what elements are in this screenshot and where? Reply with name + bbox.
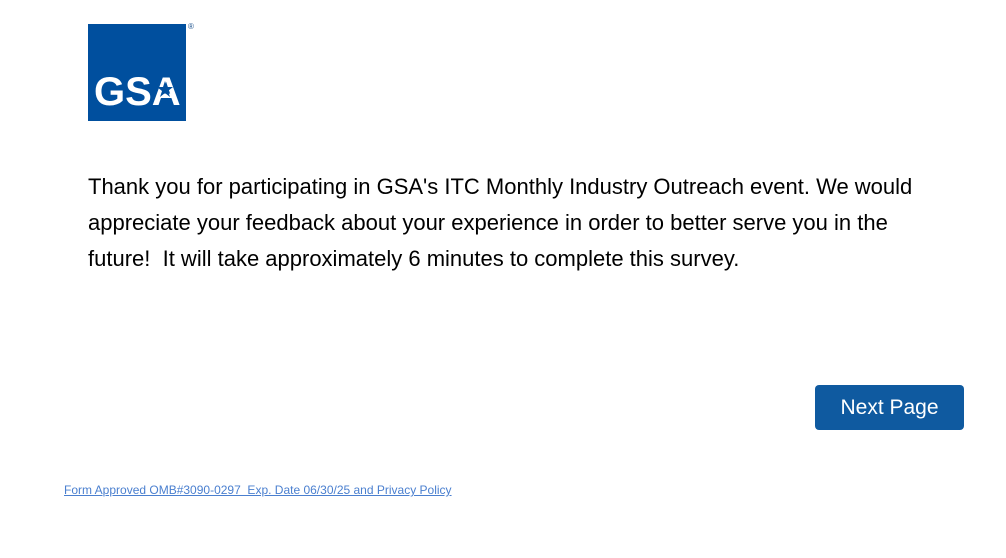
omb-privacy-link[interactable]: Form Approved OMB#3090-0297 Exp. Date 06…	[64, 483, 452, 497]
intro-text: Thank you for participating in GSA's ITC…	[88, 174, 919, 271]
registered-mark: ®	[188, 22, 194, 31]
gsa-logo: GSA	[88, 24, 186, 121]
gsa-star-logo-icon: GSA	[88, 24, 186, 121]
survey-page: GSA ® Thank you for participating in GSA…	[0, 0, 1006, 558]
next-page-button[interactable]: Next Page	[815, 385, 964, 430]
